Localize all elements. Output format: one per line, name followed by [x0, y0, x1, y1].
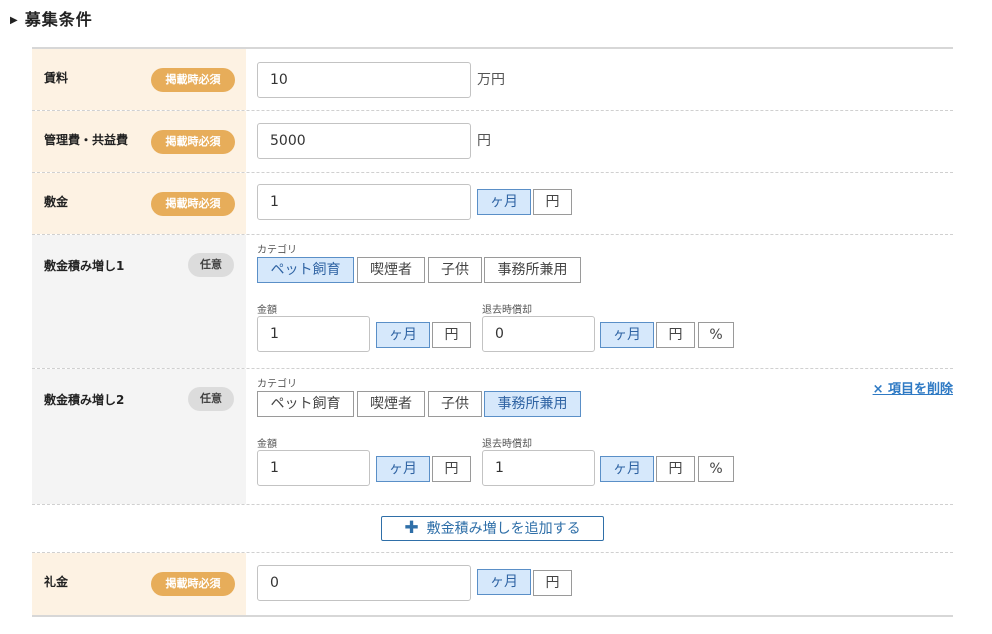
amount-unit-months[interactable]: ヶ月 [376, 456, 430, 482]
rent-label: 賃料 [44, 71, 69, 85]
amount-label: 金額 [257, 305, 277, 316]
key-money-unit-months[interactable]: ヶ月 [477, 569, 531, 595]
deposit-row: 敷金 掲載時必須 1 ヶ月 円 [32, 173, 953, 235]
key-money-input[interactable]: 0 [257, 565, 471, 601]
management-fee-label-cell: 管理費・共益費 掲載時必須 [32, 111, 246, 172]
management-fee-unit: 円 [477, 133, 491, 149]
category-office[interactable]: 事務所兼用 [484, 257, 581, 283]
key-money-unit-yen[interactable]: 円 [533, 570, 572, 596]
management-fee-label: 管理費・共益費 [44, 133, 129, 147]
amount-unit-yen[interactable]: 円 [432, 322, 471, 348]
refund-unit-percent[interactable]: % [698, 456, 734, 482]
extra-deposit-2-refund-input[interactable]: 1 [482, 450, 595, 486]
management-fee-row: 管理費・共益費 掲載時必須 5000 円 [32, 111, 953, 173]
delete-item-link[interactable]: × 項目を削除 [873, 378, 953, 397]
category-pet[interactable]: ペット飼育 [257, 257, 354, 283]
add-extra-deposit-row: ✚ 敷金積み増しを追加する [32, 505, 953, 553]
deposit-label-cell: 敷金 掲載時必須 [32, 173, 246, 234]
key-money-row: 礼金 掲載時必須 0 ヶ月 円 [32, 553, 953, 615]
category-label: カテゴリ [257, 245, 297, 256]
extra-deposit-2-label-cell: 敷金積み増し2 任意 [32, 369, 246, 504]
extra-deposit-2-amount-input[interactable]: 1 [257, 450, 370, 486]
extra-deposit-1-refund-input[interactable]: 0 [482, 316, 595, 352]
category-child[interactable]: 子供 [428, 257, 482, 283]
refund-label: 退去時償却 [482, 305, 532, 316]
category-smoker[interactable]: 喫煙者 [357, 257, 425, 283]
key-money-label: 礼金 [44, 575, 69, 589]
refund-unit-percent[interactable]: % [698, 322, 734, 348]
triangle-right-icon: ▶ [10, 15, 19, 26]
deposit-unit-months[interactable]: ヶ月 [477, 189, 531, 215]
refund-label: 退去時償却 [482, 439, 532, 450]
category-office[interactable]: 事務所兼用 [484, 391, 581, 417]
extra-deposit-row-2: 敷金積み増し2 任意 × 項目を削除 カテゴリ ペット飼育 喫煙者 子供 事務所… [32, 369, 953, 505]
extra-deposit-row-1: 敷金積み増し1 任意 カテゴリ ペット飼育 喫煙者 子供 事務所兼用 金額 1 … [32, 235, 953, 369]
optional-badge: 任意 [188, 253, 234, 277]
refund-unit-yen[interactable]: 円 [656, 456, 695, 482]
section-title: 募集条件 [24, 10, 93, 29]
required-badge: 掲載時必須 [151, 192, 235, 216]
amount-unit-yen[interactable]: 円 [432, 456, 471, 482]
extra-deposit-1-amount-input[interactable]: 1 [257, 316, 370, 352]
deposit-input[interactable]: 1 [257, 184, 471, 220]
add-extra-deposit-button[interactable]: ✚ 敷金積み増しを追加する [381, 516, 604, 541]
plus-icon: ✚ [404, 518, 419, 538]
category-pet[interactable]: ペット飼育 [257, 391, 354, 417]
deposit-unit-yen[interactable]: 円 [533, 189, 572, 215]
rent-label-cell: 賃料 掲載時必須 [32, 49, 246, 110]
rent-row: 賃料 掲載時必須 10 万円 [32, 49, 953, 111]
required-badge: 掲載時必須 [151, 68, 235, 92]
required-badge: 掲載時必須 [151, 572, 235, 596]
rent-input[interactable]: 10 [257, 62, 471, 98]
extra-deposit-1-label: 敷金積み増し1 [44, 259, 125, 273]
extra-deposit-1-label-cell: 敷金積み増し1 任意 [32, 235, 246, 368]
refund-unit-yen[interactable]: 円 [656, 322, 695, 348]
refund-unit-months[interactable]: ヶ月 [600, 322, 654, 348]
category-child[interactable]: 子供 [428, 391, 482, 417]
required-badge: 掲載時必須 [151, 130, 235, 154]
refund-unit-months[interactable]: ヶ月 [600, 456, 654, 482]
recruitment-conditions-form: 賃料 掲載時必須 10 万円 管理費・共益費 掲載時必須 5000 円 敷金 掲… [32, 47, 953, 617]
rent-unit: 万円 [477, 72, 505, 88]
deposit-label: 敷金 [44, 195, 69, 209]
key-money-label-cell: 礼金 掲載時必須 [32, 553, 246, 615]
add-extra-deposit-label: 敷金積み増しを追加する [426, 521, 581, 537]
optional-badge: 任意 [188, 387, 234, 411]
category-smoker[interactable]: 喫煙者 [357, 391, 425, 417]
amount-unit-months[interactable]: ヶ月 [376, 322, 430, 348]
extra-deposit-2-label: 敷金積み増し2 [44, 393, 125, 407]
section-header: ▶ 募集条件 [10, 6, 93, 30]
category-label: カテゴリ [257, 379, 297, 390]
amount-label: 金額 [257, 439, 277, 450]
management-fee-input[interactable]: 5000 [257, 123, 471, 159]
